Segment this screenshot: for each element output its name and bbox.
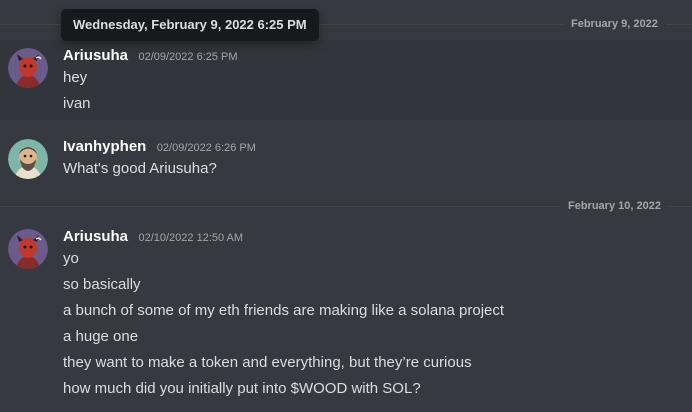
timestamp-tooltip: Wednesday, February 9, 2022 6:25 PM xyxy=(61,9,319,41)
message-text: a bunch of some of my eth friends are ma… xyxy=(63,302,505,319)
message-text: ivan xyxy=(63,95,91,112)
red-demon-avatar-icon[interactable] xyxy=(8,229,48,269)
message-text: a huge one xyxy=(63,328,139,345)
date-divider-label: February 9, 2022 xyxy=(563,18,666,30)
bearded-man-avatar-icon[interactable] xyxy=(8,139,48,179)
message-timestamp[interactable]: 02/09/2022 6:26 PM xyxy=(157,142,256,154)
message-timestamp[interactable]: 02/10/2022 12:50 AM xyxy=(138,232,243,244)
red-demon-avatar-icon[interactable] xyxy=(8,48,48,88)
message-text: What's good Ariusuha? xyxy=(63,160,217,177)
message-text: so basically xyxy=(63,276,141,293)
message-group[interactable]: Ivanhyphen 02/09/2022 6:26 PM What's goo… xyxy=(0,135,692,183)
message-header: Ariusuha 02/09/2022 6:25 PM xyxy=(63,47,238,65)
message-group[interactable]: Ariusuha 02/10/2022 12:50 AM yo so basic… xyxy=(0,225,692,405)
username[interactable]: Ivanhyphen xyxy=(63,138,146,155)
message-text: hey xyxy=(63,69,88,86)
message-text: how much did you initially put into $WOO… xyxy=(63,380,421,397)
username[interactable]: Ariusuha xyxy=(63,228,128,245)
message-header: Ariusuha 02/10/2022 12:50 AM xyxy=(63,228,243,246)
message-header: Ivanhyphen 02/09/2022 6:26 PM xyxy=(63,138,256,156)
message-group[interactable]: Ariusuha 02/09/2022 6:25 PM hey ivan xyxy=(0,44,692,116)
date-divider-label: February 10, 2022 xyxy=(560,200,669,212)
username[interactable]: Ariusuha xyxy=(63,47,128,64)
message-text: yo xyxy=(63,250,79,267)
message-timestamp[interactable]: 02/09/2022 6:25 PM xyxy=(138,51,237,63)
message-text: they want to make a token and everything… xyxy=(63,354,472,371)
